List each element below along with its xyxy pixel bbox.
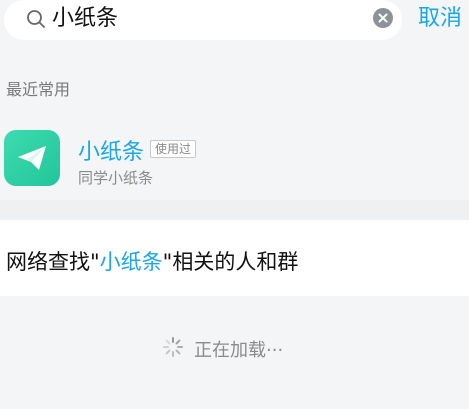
- paper-plane-icon: [18, 146, 46, 170]
- network-search-row[interactable]: 网络查找"小纸条"相关的人和群: [0, 220, 469, 296]
- search-icon: [27, 10, 45, 28]
- divider: [0, 200, 469, 220]
- result-item[interactable]: 小纸条 使用过 同学小纸条: [0, 112, 469, 200]
- search-input[interactable]: 小纸条: [52, 0, 118, 40]
- network-keyword: 小纸条: [99, 250, 163, 274]
- loading-text: 正在加载···: [194, 340, 284, 361]
- clear-icon[interactable]: [372, 7, 394, 29]
- cancel-button[interactable]: 取消: [418, 0, 462, 40]
- result-name: 小纸条: [78, 140, 145, 165]
- search-box[interactable]: 小纸条: [4, 0, 402, 40]
- network-suffix: "相关的人和群: [162, 250, 299, 274]
- app-icon: [4, 130, 60, 186]
- loading-area: 正在加载···: [0, 296, 469, 409]
- spinner-icon: [163, 337, 183, 357]
- search-bar: 小纸条 取消: [0, 0, 469, 44]
- used-badge: 使用过: [150, 140, 197, 158]
- network-search-text: 网络查找"小纸条"相关的人和群: [6, 246, 298, 276]
- result-subtitle: 同学小纸条: [78, 169, 154, 187]
- network-prefix: 网络查找": [6, 250, 100, 274]
- section-title-recent: 最近常用: [6, 80, 71, 99]
